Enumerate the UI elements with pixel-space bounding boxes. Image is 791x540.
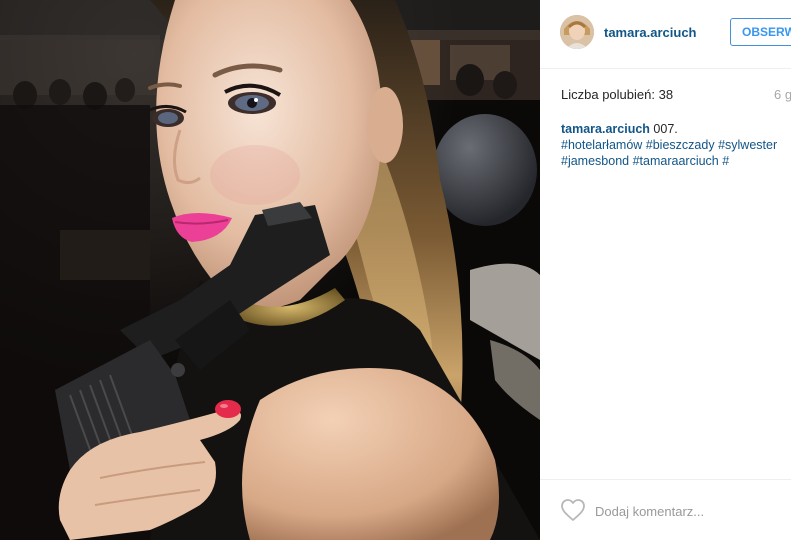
post-photo[interactable] bbox=[0, 0, 540, 540]
caption-line-3: #jamesbond #tamaraarciuch # bbox=[561, 153, 791, 169]
hashtag-link[interactable]: #tamaraarciuch bbox=[633, 154, 719, 168]
hashtag-link[interactable]: # bbox=[722, 154, 729, 168]
caption-username[interactable]: tamara.arciuch bbox=[561, 122, 650, 136]
likes-row: Liczba polubień: 38 6 g bbox=[540, 68, 791, 120]
likes-label: Liczba polubień: bbox=[561, 87, 655, 102]
post-sidebar: tamara.arciuch OBSERWUJ Liczba polubień:… bbox=[540, 0, 791, 540]
likes-count[interactable]: Liczba polubień: 38 bbox=[561, 87, 673, 102]
heart-icon[interactable] bbox=[560, 498, 586, 522]
photo-illustration bbox=[0, 0, 540, 540]
comment-input[interactable] bbox=[595, 502, 775, 520]
username-link[interactable]: tamara.arciuch bbox=[604, 25, 697, 40]
caption-line-2: #hotelarłamów #bieszczady #sylwester bbox=[561, 137, 791, 153]
follow-button[interactable]: OBSERWUJ bbox=[730, 18, 791, 46]
instagram-post: tamara.arciuch OBSERWUJ Liczba polubień:… bbox=[0, 0, 791, 540]
caption-text: 007. bbox=[653, 122, 678, 136]
avatar[interactable] bbox=[560, 15, 594, 49]
post-header: tamara.arciuch OBSERWUJ bbox=[540, 0, 791, 69]
post-timestamp[interactable]: 6 g bbox=[774, 87, 791, 102]
post-caption: tamara.arciuch 007. #hotelarłamów #biesz… bbox=[561, 121, 791, 169]
hashtag-link[interactable]: #jamesbond bbox=[561, 154, 629, 168]
hashtag-link[interactable]: #sylwester bbox=[718, 138, 777, 152]
hashtag-link[interactable]: #hotelarłamów bbox=[561, 138, 642, 152]
likes-number: 38 bbox=[658, 87, 674, 102]
hashtag-link[interactable]: #bieszczady bbox=[646, 138, 715, 152]
caption-line-1: tamara.arciuch 007. bbox=[561, 121, 791, 137]
post-actions bbox=[540, 479, 791, 540]
avatar-image bbox=[560, 15, 594, 49]
